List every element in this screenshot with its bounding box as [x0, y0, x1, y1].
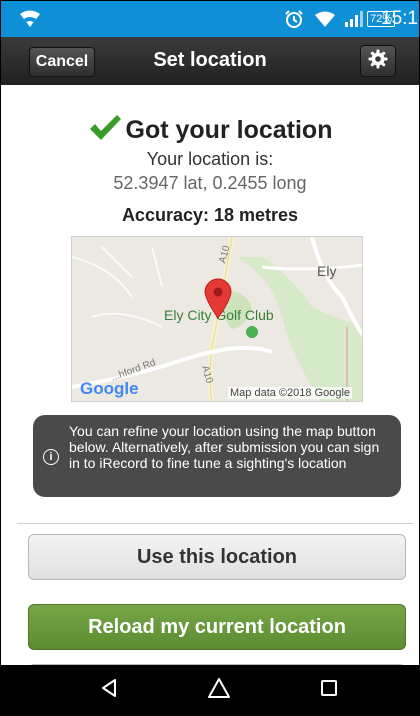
alarm-icon	[284, 1, 304, 37]
home-button[interactable]	[189, 665, 249, 715]
settings-button[interactable]	[360, 45, 396, 77]
recent-apps-icon	[320, 679, 338, 702]
info-message-text: You can refine your location using the m…	[69, 423, 380, 471]
location-accuracy: Accuracy: 18 metres	[121, 205, 299, 225]
location-label: Your location is:	[146, 149, 274, 169]
reload-location-button[interactable]: Reload my current location	[28, 604, 406, 650]
back-button[interactable]	[79, 665, 139, 715]
wifi-signal-icon	[314, 1, 336, 37]
back-icon	[99, 678, 119, 703]
status-bar: 72% 15:17	[1, 1, 419, 37]
location-content: Got your location Your location is: 52.3…	[1, 85, 419, 676]
info-icon: i	[43, 449, 59, 465]
cancel-button[interactable]: Cancel	[29, 47, 95, 77]
cell-signal-icon	[344, 1, 364, 37]
gear-icon	[368, 49, 388, 74]
use-location-button[interactable]: Use this location	[28, 534, 406, 580]
location-coordinates: 52.3947 lat, 0.2455 long	[113, 173, 307, 193]
status-time: 15:17	[381, 8, 419, 29]
wifi-icon	[19, 1, 41, 37]
map-town-label: Ely	[317, 263, 337, 279]
app-header: Set location Cancel	[1, 37, 419, 85]
location-status: Got your location	[1, 113, 419, 148]
map-copyright[interactable]: Map data ©2018 Google	[228, 387, 353, 399]
location-map[interactable]: A10 Ely Ely City Golf Club ...hford Rd A…	[71, 236, 363, 402]
home-icon	[207, 677, 231, 704]
google-logo: Google	[80, 379, 139, 398]
info-message: i You can refine your location using the…	[33, 415, 401, 497]
recent-apps-button[interactable]	[299, 665, 359, 715]
checkmark-icon	[88, 113, 122, 148]
app-frame: 72% 15:17 Set location Cancel	[0, 0, 420, 716]
location-status-title: Got your location	[125, 116, 333, 144]
navigation-bar	[1, 665, 419, 715]
divider	[17, 523, 413, 524]
